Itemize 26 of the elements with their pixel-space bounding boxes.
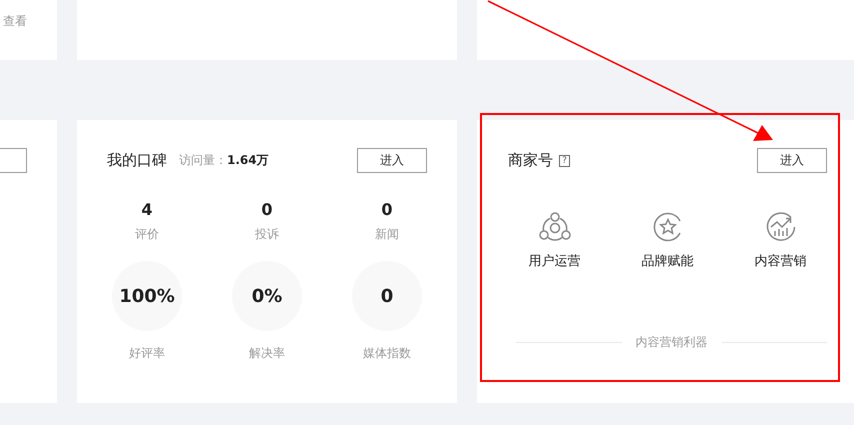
stat-label: 新闻 bbox=[375, 226, 399, 243]
rate-circle: 100% bbox=[112, 261, 182, 331]
rate-label: 好评率 bbox=[129, 345, 165, 362]
stat-label: 评价 bbox=[135, 226, 159, 243]
visits-count: 1.64万 bbox=[227, 152, 269, 169]
enter-button[interactable]: 进入 bbox=[757, 148, 827, 173]
card-title: 商家号 bbox=[508, 151, 553, 170]
rate-label: 媒体指数 bbox=[363, 345, 411, 362]
star-icon bbox=[652, 211, 684, 243]
feature-label[interactable]: 用户运营 bbox=[528, 252, 580, 270]
stat-value: 0 bbox=[261, 200, 273, 220]
enter-button[interactable]: 进入 bbox=[357, 148, 427, 173]
visits-label: 访问量： bbox=[179, 152, 227, 169]
users-icon bbox=[538, 212, 570, 242]
growth-chart-icon bbox=[764, 211, 796, 243]
stat-label: 投诉 bbox=[255, 226, 279, 243]
stat-value: 0 bbox=[381, 200, 393, 220]
help-icon[interactable]: ? bbox=[559, 154, 570, 166]
rate-circle: 0 bbox=[352, 261, 422, 331]
rate-circle: 0% bbox=[232, 261, 302, 331]
card-title: 我的口碑 bbox=[107, 151, 167, 170]
stat-value: 4 bbox=[141, 200, 153, 220]
rate-label: 解决率 bbox=[249, 345, 285, 362]
feature-label[interactable]: 内容营销 bbox=[754, 252, 806, 270]
feature-label[interactable]: 品牌赋能 bbox=[642, 252, 694, 270]
footer-caption: 内容营销利器 bbox=[636, 334, 708, 351]
